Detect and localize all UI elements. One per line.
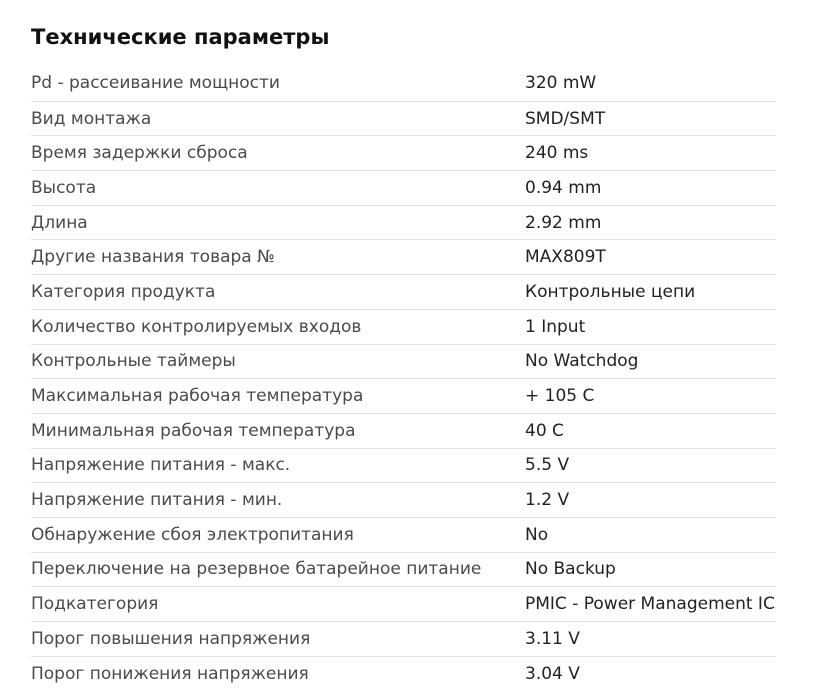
spec-name: Обнаружение сбоя электропитания: [31, 524, 354, 545]
spec-value: 3.04 V: [525, 663, 580, 684]
spec-name: Напряжение питания - макс.: [31, 455, 291, 476]
spec-row: Подкатегория PMIC - Power Management ICs: [31, 586, 776, 621]
spec-name: Напряжение питания - мин.: [31, 490, 283, 511]
spec-row: Длина 2.92 mm: [31, 204, 776, 240]
spec-row: Напряжение питания - мин. 1.2 V: [31, 482, 776, 517]
spec-name: Минимальная рабочая температура: [31, 420, 356, 441]
spec-value: 1.2 V: [525, 490, 570, 511]
spec-value: 40 C: [525, 420, 564, 441]
spec-row: Напряжение питания - макс. 5.5 V: [31, 447, 776, 483]
spec-name: Другие названия товара №: [31, 247, 275, 268]
spec-value: 1 Input: [525, 316, 586, 337]
spec-name: Вид монтажа: [31, 108, 152, 129]
spec-value: PMIC - Power Management ICs: [525, 594, 776, 615]
spec-name: Высота: [31, 177, 97, 198]
spec-name: Подкатегория: [31, 594, 159, 615]
spec-value: SMD/SMT: [525, 108, 606, 129]
spec-row: Минимальная рабочая температура 40 C: [31, 412, 776, 448]
spec-row: Другие названия товара № MAX809T: [31, 239, 776, 274]
spec-row: Категория продукта Контрольные цепи: [31, 274, 776, 309]
spec-row: Высота 0.94 mm: [31, 170, 776, 205]
spec-value: No: [525, 524, 549, 545]
spec-name: Pd - рассеивание мощности: [31, 73, 280, 94]
spec-row: Контрольные таймеры No Watchdog: [31, 343, 776, 379]
spec-value: 2.92 mm: [525, 212, 602, 233]
tech-specs-section: Технические параметры Pd - рассеивание м…: [0, 0, 776, 690]
spec-value: 320 mW: [525, 73, 597, 94]
spec-value: No Watchdog: [525, 351, 639, 372]
spec-row: Порог понижения напряжения 3.04 V: [31, 655, 776, 691]
spec-value: 5.5 V: [525, 455, 570, 476]
spec-name: Количество контролируемых входов: [31, 316, 362, 337]
spec-name: Время задержки сброса: [31, 143, 248, 164]
spec-value: 3.11 V: [525, 628, 580, 649]
spec-value: 240 ms: [525, 143, 589, 164]
spec-name: Категория продукта: [31, 281, 216, 302]
spec-row: Обнаружение сбоя электропитания No: [31, 516, 776, 552]
spec-row: Вид монтажа SMD/SMT: [31, 100, 776, 136]
spec-name: Длина: [31, 212, 88, 233]
spec-name: Максимальная рабочая температура: [31, 386, 364, 407]
spec-row: Порог повышения напряжения 3.11 V: [31, 621, 776, 656]
spec-row: Максимальная рабочая температура + 105 C: [31, 378, 776, 413]
spec-value: + 105 C: [525, 386, 595, 407]
spec-value: MAX809T: [525, 247, 606, 268]
spec-name: Порог понижения напряжения: [31, 663, 309, 684]
spec-table: Pd - рассеивание мощности 320 mW Вид монта…: [31, 66, 776, 690]
spec-row: Переключение на резервное батарейное пит…: [31, 551, 776, 587]
spec-row: Количество контролируемых входов 1 Input: [31, 308, 776, 344]
spec-name: Переключение на резервное батарейное пит…: [31, 559, 482, 580]
spec-name: Порог повышения напряжения: [31, 628, 311, 649]
section-title: Технические параметры: [31, 25, 330, 49]
spec-value: No Backup: [525, 559, 616, 580]
spec-row: Время задержки сброса 240 ms: [31, 135, 776, 170]
spec-row: Pd - рассеивание мощности 320 mW: [31, 66, 776, 101]
spec-value: 0.94 mm: [525, 177, 602, 198]
spec-name: Контрольные таймеры: [31, 351, 236, 372]
spec-value: Контрольные цепи: [525, 281, 696, 302]
